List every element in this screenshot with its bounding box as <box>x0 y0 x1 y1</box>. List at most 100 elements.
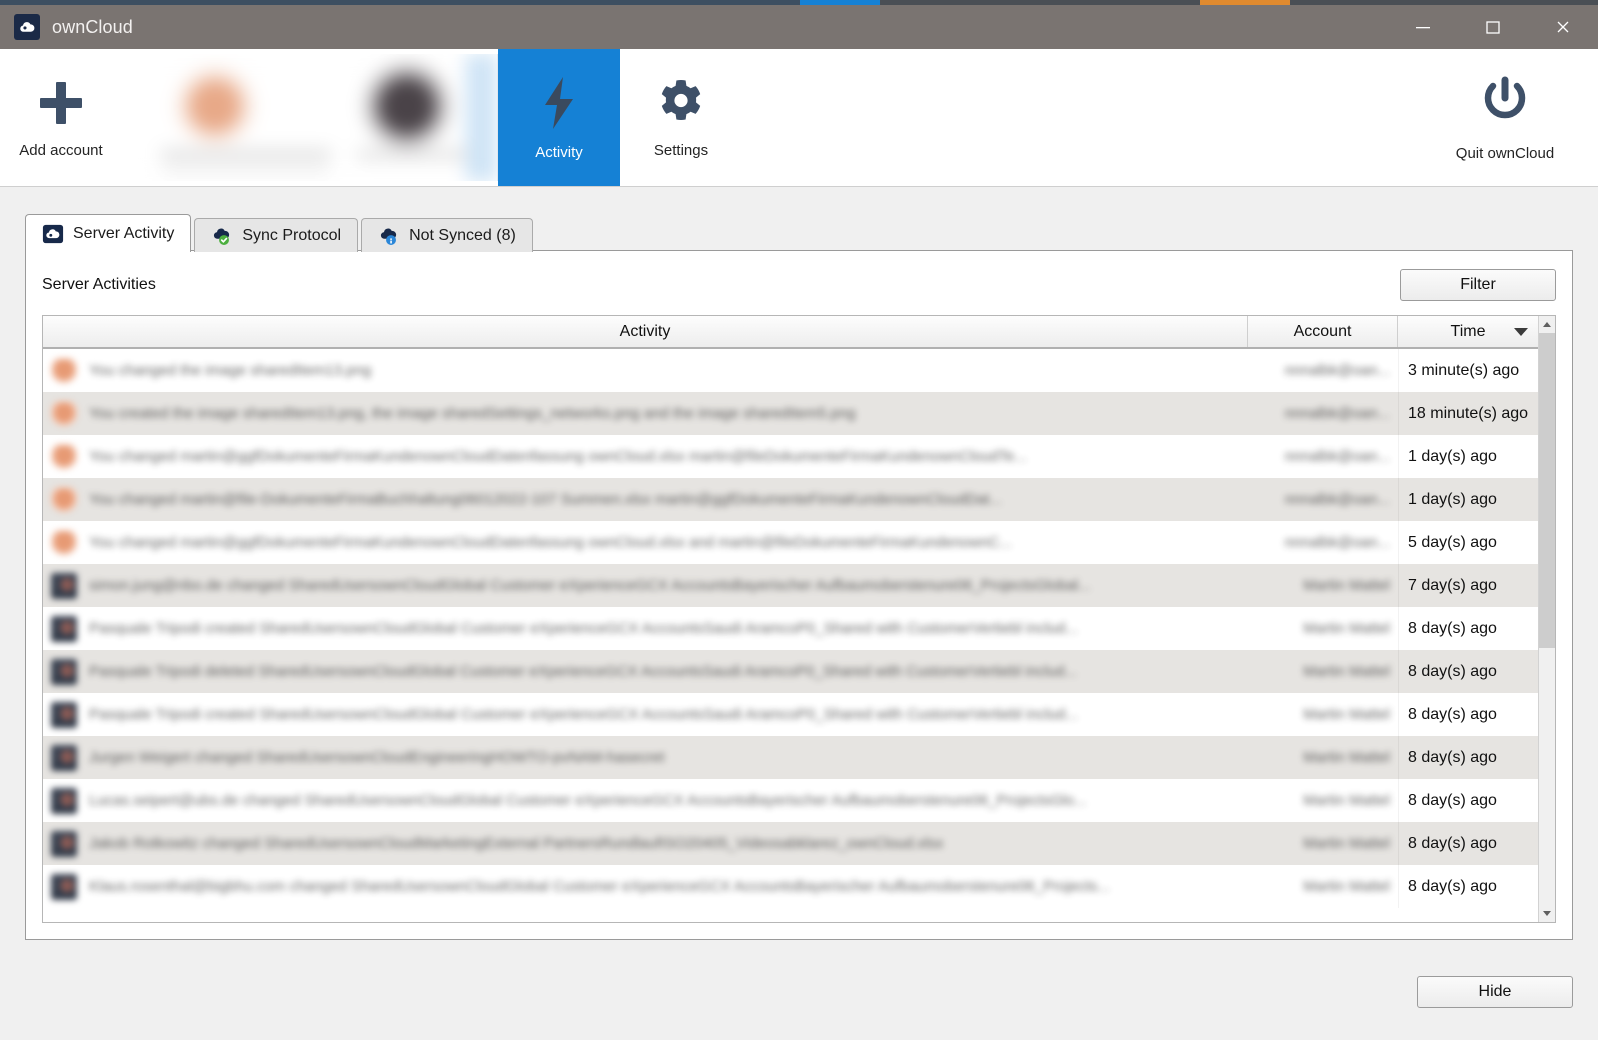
account-text: Martin Mattel <box>1303 577 1390 594</box>
column-header-time[interactable]: Time <box>1398 316 1538 347</box>
quit-owncloud-button[interactable]: Quit ownCloud <box>1418 49 1598 186</box>
cell-activity: Pasquale Tripodi deleted SharedUsersownC… <box>43 650 1248 693</box>
account-text: nnnalbk@oan... <box>1284 362 1390 379</box>
account-text: nnnalbk@oan... <box>1284 448 1390 465</box>
tab-sync-protocol-label: Sync Protocol <box>242 226 342 244</box>
cell-activity: Lucas.seipert@ubs.de changed SharedUsers… <box>43 779 1248 822</box>
accounts-strip[interactable] <box>125 54 498 181</box>
activity-image-icon <box>51 357 77 384</box>
cell-activity: simon.jung@nbo.de changed SharedUsersown… <box>43 564 1248 607</box>
account-text: Martin Mattel <box>1303 749 1390 766</box>
add-account-button[interactable]: Add account <box>0 49 122 186</box>
account-text: Martin Mattel <box>1303 663 1390 680</box>
cell-activity: You changed martin@ggfDokumenteFirmaKund… <box>43 521 1248 564</box>
close-button[interactable] <box>1528 5 1598 49</box>
minimize-button[interactable] <box>1388 5 1458 49</box>
activity-folder-icon <box>51 615 77 642</box>
scrollbar-thumb[interactable] <box>1539 333 1555 648</box>
activity-image-icon <box>51 529 77 556</box>
page-title: Server Activities <box>42 276 156 293</box>
panel-header: Server Activities Filter <box>42 269 1556 301</box>
table-row[interactable]: You changed the image sharedItem13.png nn… <box>43 349 1538 392</box>
title-bar-left: ownCloud <box>0 14 133 40</box>
lightning-bolt-icon <box>535 75 583 135</box>
server-activity-panel: Server Activities Filter Activity Accoun… <box>25 250 1573 940</box>
activity-folder-icon <box>51 658 77 685</box>
window-title: ownCloud <box>52 16 133 37</box>
cloud-icon <box>42 224 64 243</box>
tab-strip: Server Activity Sync Protocol Not Synced <box>25 213 1573 252</box>
scroll-up-button[interactable] <box>1539 316 1555 333</box>
cell-time: 1 day(s) ago <box>1398 478 1538 521</box>
hide-button[interactable]: Hide <box>1417 976 1573 1008</box>
cell-account: Martin Mattel <box>1248 779 1398 822</box>
table-row[interactable]: You changed martin@ggfDokumenteFirmaKund… <box>43 435 1538 478</box>
table-row[interactable]: Jurgen Weigert changed SharedUsersownClo… <box>43 736 1538 779</box>
cell-activity: Klaus.rosenthal@bigbhu.com changed Share… <box>43 865 1248 908</box>
scroll-down-button[interactable] <box>1539 905 1555 922</box>
cell-account: Martin Mattel <box>1248 822 1398 865</box>
tab-not-synced[interactable]: Not Synced (8) <box>361 218 533 252</box>
activity-text: Lucas.seipert@ubs.de changed SharedUsers… <box>89 792 1087 809</box>
activity-text: Klaus.rosenthal@bigbhu.com changed Share… <box>89 878 1110 895</box>
cell-time: 8 day(s) ago <box>1398 865 1538 908</box>
table-vertical-scrollbar[interactable] <box>1538 316 1555 922</box>
activity-image-icon <box>51 400 77 427</box>
table-body: You changed the image sharedItem13.png nn… <box>43 349 1538 922</box>
account-text: nnnalbk@oan... <box>1284 534 1390 551</box>
activity-text: Jakob Rotkowitz changed SharedUsersownCl… <box>89 835 944 852</box>
cell-time: 18 minute(s) ago <box>1398 392 1538 435</box>
cell-activity: You created the image sharedItem13.png, … <box>43 392 1248 435</box>
activity-text: Pasquale Tripodi created SharedUsersownC… <box>89 620 1078 637</box>
activity-image-icon <box>51 443 77 470</box>
cell-activity: Pasquale Tripodi created SharedUsersownC… <box>43 693 1248 736</box>
activities-table: Activity Account Time You changed the im… <box>42 315 1556 923</box>
column-header-time-label: Time <box>1450 322 1486 340</box>
caret-down-icon <box>1543 911 1551 916</box>
redacted-account-entries <box>125 54 497 181</box>
account-text: nnnalbk@oan... <box>1284 405 1390 422</box>
toolbar-tab-activity-label: Activity <box>535 143 583 161</box>
content-area: Server Activity Sync Protocol Not Synced <box>0 187 1598 962</box>
table-row[interactable]: Pasquale Tripodi created SharedUsersownC… <box>43 607 1538 650</box>
account-toolbar: Add account Activity Settings Quit ownCl… <box>0 49 1598 187</box>
table-row[interactable]: Jakob Rotkowitz changed SharedUsersownCl… <box>43 822 1538 865</box>
cell-account: nnnalbk@oan... <box>1248 478 1398 521</box>
cell-activity: You changed the image sharedItem13.png <box>43 349 1248 392</box>
owncloud-main-window: ownCloud Add account Activity Settings Q… <box>0 5 1598 1040</box>
toolbar-tab-settings[interactable]: Settings <box>620 49 742 186</box>
table-row[interactable]: simon.jung@nbo.de changed SharedUsersown… <box>43 564 1538 607</box>
toolbar-tab-activity[interactable]: Activity <box>498 49 620 186</box>
table-row[interactable]: You changed martin@file-DokumenteFirmaBu… <box>43 478 1538 521</box>
table-row[interactable]: Pasquale Tripodi created SharedUsersownC… <box>43 693 1538 736</box>
table-row[interactable]: Klaus.rosenthal@bigbhu.com changed Share… <box>43 865 1538 908</box>
table-row[interactable]: Lucas.seipert@ubs.de changed SharedUsers… <box>43 779 1538 822</box>
cell-time: 5 day(s) ago <box>1398 521 1538 564</box>
add-account-label: Add account <box>19 141 103 159</box>
tab-server-activity[interactable]: Server Activity <box>25 214 192 252</box>
cell-time: 8 day(s) ago <box>1398 779 1538 822</box>
tab-not-synced-label: Not Synced (8) <box>409 226 516 244</box>
activity-folder-icon <box>51 744 77 771</box>
filter-button[interactable]: Filter <box>1400 269 1556 301</box>
owncloud-cloud-icon <box>14 14 40 40</box>
cell-activity: Jakob Rotkowitz changed SharedUsersownCl… <box>43 822 1248 865</box>
cell-time: 7 day(s) ago <box>1398 564 1538 607</box>
column-header-activity[interactable]: Activity <box>43 316 1248 347</box>
cell-activity: Pasquale Tripodi created SharedUsersownC… <box>43 607 1248 650</box>
column-header-account[interactable]: Account <box>1248 316 1398 347</box>
activity-text: Jurgen Weigert changed SharedUsersownClo… <box>89 749 665 766</box>
activity-text: simon.jung@nbo.de changed SharedUsersown… <box>89 577 1091 594</box>
table-row[interactable]: Pasquale Tripodi deleted SharedUsersownC… <box>43 650 1538 693</box>
scrollbar-track[interactable] <box>1539 333 1555 905</box>
table-row[interactable]: You created the image sharedItem13.png, … <box>43 392 1538 435</box>
cell-account: nnnalbk@oan... <box>1248 435 1398 478</box>
quit-owncloud-label: Quit ownCloud <box>1455 145 1555 162</box>
table-inner: Activity Account Time You changed the im… <box>43 316 1555 922</box>
activity-text: You changed martin@ggfDokumenteFirmaKund… <box>89 534 1012 551</box>
cell-activity: You changed martin@file-DokumenteFirmaBu… <box>43 478 1248 521</box>
maximize-button[interactable] <box>1458 5 1528 49</box>
tab-sync-protocol[interactable]: Sync Protocol <box>194 218 359 252</box>
activity-folder-icon <box>51 873 77 900</box>
table-row[interactable]: You changed martin@ggfDokumenteFirmaKund… <box>43 521 1538 564</box>
